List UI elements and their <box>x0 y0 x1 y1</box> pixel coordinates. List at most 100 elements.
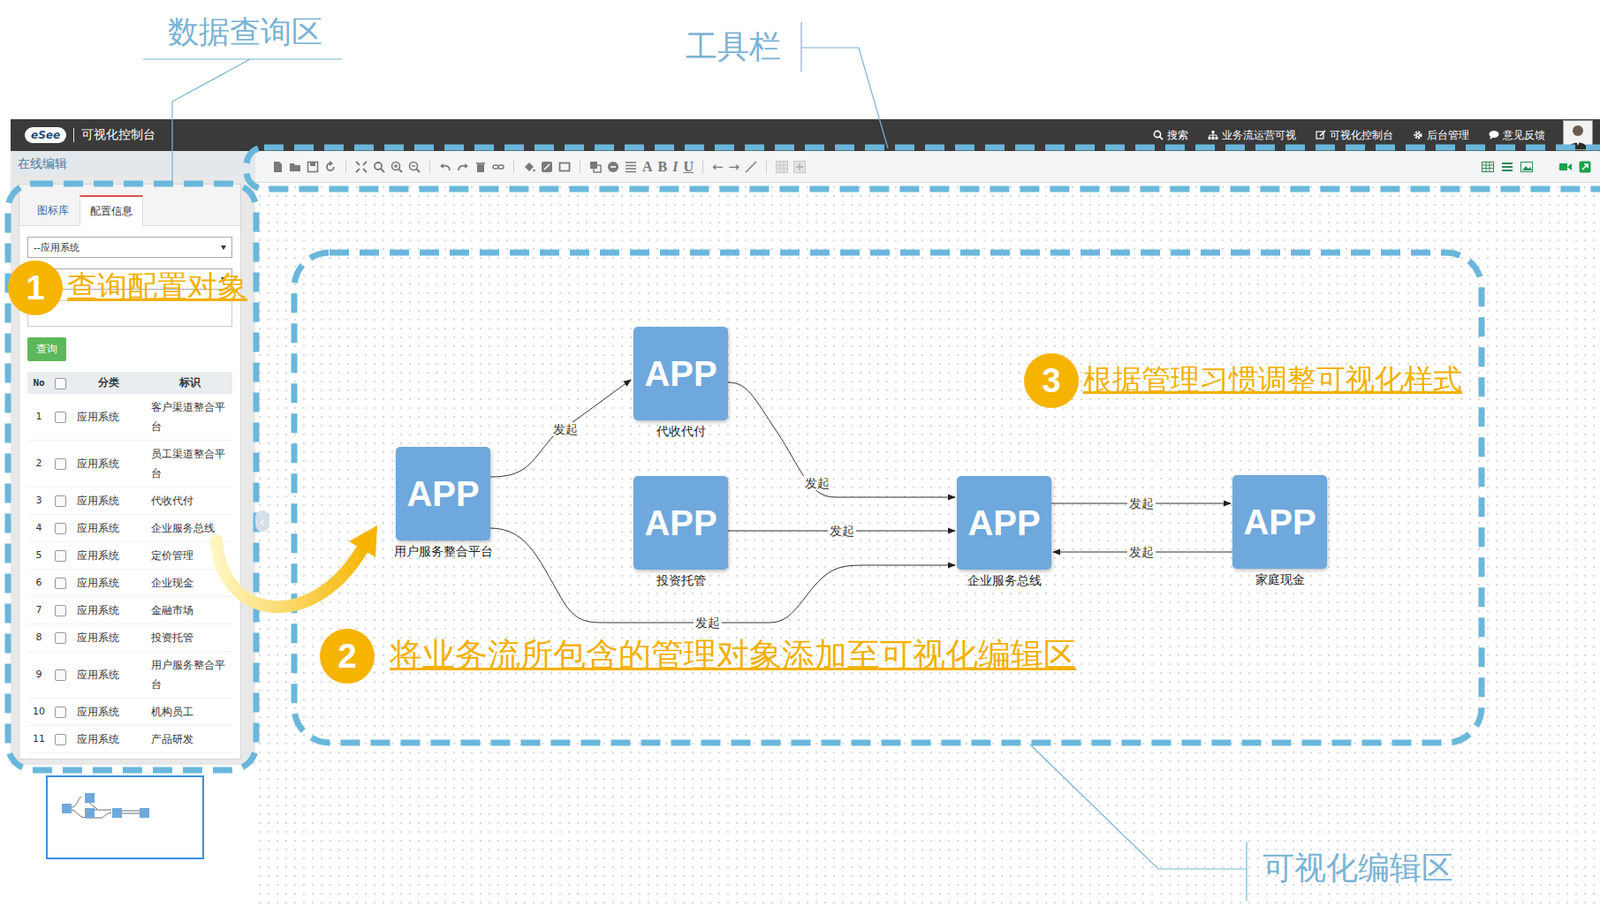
exit-icon-part-part <box>1579 160 1592 173</box>
folder-icon[interactable] <box>288 160 302 174</box>
table-icon[interactable] <box>1481 160 1494 174</box>
edit-area-label: 可视化编辑区 <box>1262 849 1454 888</box>
zoom-out-icon[interactable] <box>408 160 421 174</box>
row-checkbox[interactable] <box>54 550 67 562</box>
plus-icon[interactable] <box>793 160 806 174</box>
shape-icon-part <box>558 160 571 174</box>
row-checkbox[interactable] <box>54 411 67 424</box>
step-text: 根据管理习惯调整可视化样式 <box>1083 363 1463 399</box>
table-row[interactable]: 4应用系统企业服务总线 <box>27 515 233 543</box>
diagram-node[interactable]: APP <box>633 476 728 570</box>
sidebar-title: 在线编辑 <box>10 151 256 176</box>
grid-icon[interactable] <box>775 160 789 174</box>
trash-icon[interactable] <box>474 160 487 174</box>
row-checkbox[interactable] <box>54 495 67 508</box>
table-row[interactable]: 7应用系统金融市场 <box>27 597 233 625</box>
user-avatar[interactable] <box>1562 120 1593 151</box>
link-icon[interactable] <box>492 160 505 174</box>
layers-icon[interactable] <box>589 160 602 174</box>
nav-item[interactable]: 搜索 <box>1152 128 1189 144</box>
nav-label[interactable]: 意见反馈 <box>1502 128 1546 144</box>
diagram-lines-part-part <box>727 530 956 532</box>
table-body: 1应用系统客户渠道整合平台2应用系统员工渠道整合平台3应用系统代收代付4应用系统… <box>27 394 233 754</box>
zoom-in-icon[interactable] <box>390 160 403 174</box>
list-icon[interactable] <box>1501 160 1514 174</box>
table-columns <box>27 371 233 754</box>
query-button[interactable]: 查询 <box>27 337 67 362</box>
circle-icon[interactable] <box>606 160 620 174</box>
row-checkbox[interactable] <box>54 669 67 682</box>
nav-item[interactable]: 意见反馈 <box>1488 128 1546 144</box>
edge-label: 发起 <box>803 476 832 491</box>
text-format-button[interactable]: A <box>642 159 653 175</box>
refresh-icon[interactable] <box>324 160 337 174</box>
image-icon[interactable] <box>1520 160 1533 174</box>
arrow-tool-button[interactable]: → <box>728 159 741 175</box>
tab[interactable]: 图标库 <box>26 195 80 227</box>
exit-icon[interactable] <box>1578 160 1592 174</box>
minimap-part-part <box>84 808 95 819</box>
refresh-icon-part <box>324 160 337 174</box>
nav-item[interactable]: 业务流运营可视 <box>1207 128 1297 144</box>
table-row[interactable]: 10应用系统机构员工 <box>27 698 233 727</box>
diagram-node[interactable]: APP <box>956 476 1052 570</box>
collapse-handle[interactable]: ‹ <box>255 510 270 532</box>
edit-icon-part-part <box>541 161 553 173</box>
nav-item[interactable]: 可视化控制台 <box>1315 128 1394 144</box>
row-checkbox[interactable] <box>54 734 67 746</box>
select-all-checkbox[interactable] <box>54 378 67 390</box>
fit-icon[interactable] <box>355 160 368 174</box>
object-select[interactable] <box>27 268 233 290</box>
logo[interactable]: eSee <box>24 127 67 144</box>
text-format-button[interactable]: U <box>682 159 694 175</box>
shape-icon[interactable] <box>558 160 571 174</box>
arrow-tool-button[interactable]: ← <box>712 159 724 175</box>
layers-icon-part-part <box>593 165 601 173</box>
undo-icon[interactable] <box>439 160 452 174</box>
row-checkbox[interactable] <box>54 605 67 617</box>
nav-label[interactable]: 后台管理 <box>1426 128 1470 144</box>
tab[interactable]: 配置信息 <box>79 195 144 227</box>
text-format-button[interactable]: B <box>658 159 668 175</box>
redo-icon[interactable] <box>456 160 470 174</box>
table-row[interactable]: 5应用系统定价管理 <box>27 542 233 570</box>
nav-item[interactable]: 后台管理 <box>1412 128 1470 144</box>
search-icon[interactable] <box>372 160 386 174</box>
text-format-button[interactable]: I <box>672 159 678 175</box>
edge-label: 发起 <box>1127 496 1156 511</box>
table-row[interactable]: 8应用系统投资托管 <box>27 624 233 653</box>
diagram-node[interactable]: APP <box>633 326 728 421</box>
nav-label[interactable]: 可视化控制台 <box>1329 128 1394 144</box>
query-input[interactable] <box>27 300 233 327</box>
nav-label[interactable]: 业务流运营可视 <box>1221 128 1297 144</box>
save-icon[interactable] <box>306 160 319 174</box>
line-icon[interactable] <box>744 160 758 174</box>
minimap[interactable] <box>45 775 205 860</box>
select-value[interactable]: --应用系统 <box>33 241 80 255</box>
type-select[interactable]: --应用系统 <box>27 236 233 258</box>
fill-icon[interactable] <box>523 160 536 174</box>
edit-icon[interactable] <box>540 160 554 174</box>
row-checkbox[interactable] <box>54 706 67 719</box>
video-icon-part-part <box>1559 163 1568 171</box>
diagram-node[interactable]: APP <box>395 447 491 541</box>
table-row[interactable]: 6应用系统企业现金 <box>27 569 233 598</box>
row-name: 用户服务整合平台 <box>147 652 233 699</box>
row-checkbox[interactable] <box>54 523 67 535</box>
row-checkbox[interactable] <box>54 632 67 645</box>
table-row[interactable]: 2应用系统员工渠道整合平台 <box>27 440 233 488</box>
row-check-cell <box>50 394 70 441</box>
file-icon[interactable] <box>271 160 284 174</box>
align-icon[interactable] <box>624 160 637 174</box>
video-icon[interactable] <box>1559 160 1572 174</box>
table-row[interactable]: 9应用系统用户服务整合平台 <box>27 652 233 699</box>
diagram-node[interactable]: APP <box>1232 475 1328 569</box>
table-row[interactable]: 1应用系统客户渠道整合平台 <box>27 394 233 441</box>
row-checkbox[interactable] <box>54 458 67 471</box>
edit-canvas[interactable] <box>255 182 1600 907</box>
row-checkbox[interactable] <box>54 577 67 590</box>
table-row[interactable]: 11应用系统产品研发 <box>27 726 233 754</box>
nav-label[interactable]: 搜索 <box>1167 128 1189 144</box>
plus-icon-part-part <box>796 163 804 171</box>
table-row[interactable]: 3应用系统代收代付 <box>27 487 233 516</box>
